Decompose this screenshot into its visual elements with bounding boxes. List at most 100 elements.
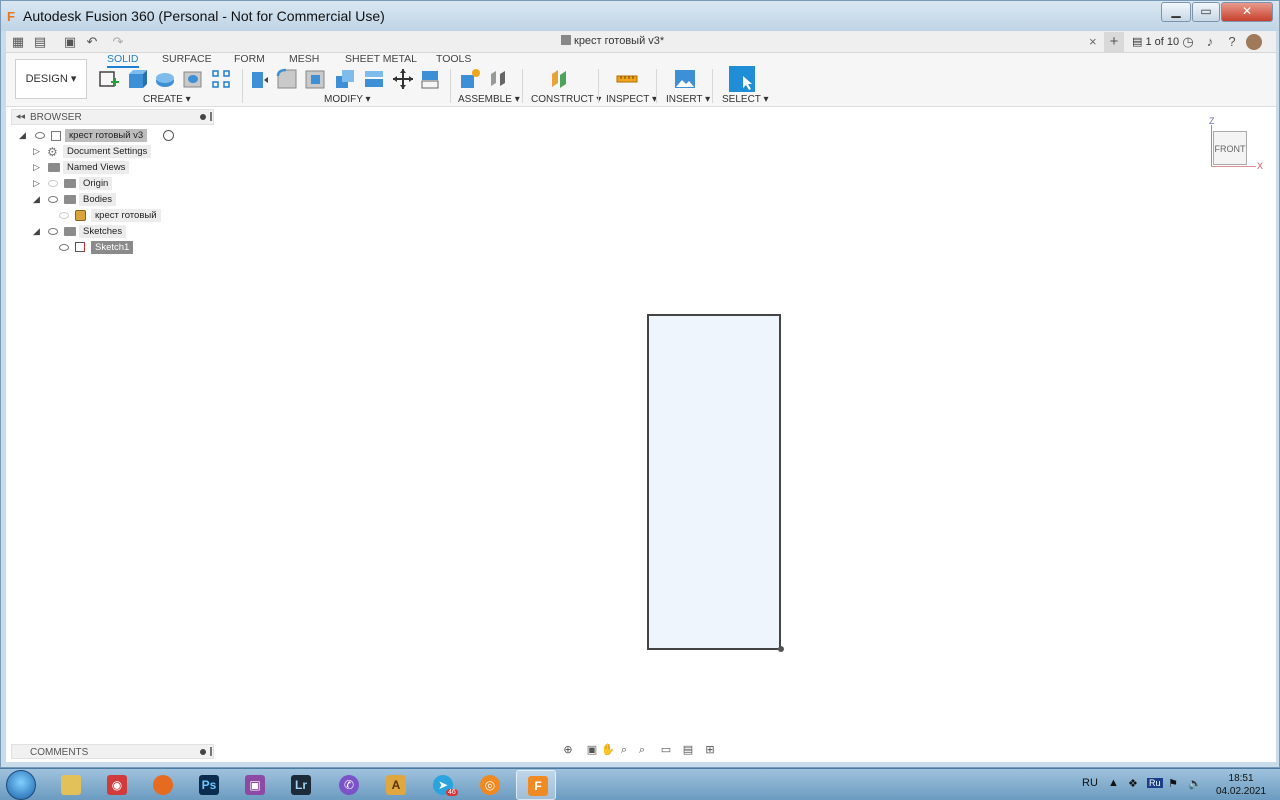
- tab-form[interactable]: FORM: [234, 53, 265, 65]
- file-menu-icon[interactable]: ▤: [32, 34, 48, 50]
- page-counter[interactable]: ▤ 1 of 10: [1132, 35, 1179, 48]
- comments-panel-header[interactable]: COMMENTS: [11, 744, 214, 759]
- activate-radio-icon[interactable]: [163, 130, 174, 141]
- minimize-button[interactable]: ▁: [1161, 2, 1191, 22]
- revolve-icon[interactable]: [154, 68, 176, 90]
- tree-item-sketch1[interactable]: Sketch1: [59, 241, 199, 255]
- sketch-point[interactable]: [778, 646, 784, 652]
- redo-icon[interactable]: ↷: [110, 34, 126, 50]
- insert-menu[interactable]: INSERT ▾: [666, 94, 710, 105]
- select-menu[interactable]: SELECT ▾: [722, 94, 769, 105]
- taskbar-font-app[interactable]: A: [375, 770, 415, 800]
- modify-menu[interactable]: MODIFY ▾: [324, 94, 371, 105]
- save-icon[interactable]: ▣: [62, 34, 78, 50]
- comments-resize-handle[interactable]: [210, 747, 212, 756]
- undo-icon[interactable]: ↶: [84, 34, 100, 50]
- fit-icon[interactable]: ⌕: [635, 744, 649, 757]
- keyboard-layout-indicator[interactable]: Ru: [1147, 778, 1163, 788]
- tree-item-origin[interactable]: ▷ Origin: [33, 177, 183, 191]
- pan-hand-icon[interactable]: ✋: [601, 744, 615, 757]
- taskbar-fusion360[interactable]: F: [516, 770, 556, 800]
- taskbar-firefox[interactable]: [142, 770, 182, 800]
- tree-item-bodies[interactable]: ◢ Bodies: [33, 193, 183, 207]
- help-icon[interactable]: ?: [1224, 34, 1240, 50]
- volume-icon[interactable]: 🔈: [1188, 777, 1202, 790]
- grid-snaps-icon[interactable]: ▤: [681, 744, 695, 757]
- tab-sheet-metal[interactable]: SHEET METAL: [345, 53, 417, 65]
- user-avatar[interactable]: [1246, 34, 1262, 50]
- data-panel-grid-icon[interactable]: ▦: [10, 34, 26, 50]
- dropbox-icon[interactable]: ❖: [1128, 777, 1138, 790]
- viewports-icon[interactable]: ⊞: [703, 744, 717, 757]
- tab-close-button[interactable]: ×: [1089, 34, 1097, 49]
- create-sketch-icon[interactable]: [98, 68, 120, 90]
- align-icon[interactable]: [419, 68, 441, 90]
- display-settings-icon[interactable]: ▭: [659, 744, 673, 757]
- taskbar-save-app[interactable]: ▣: [234, 770, 274, 800]
- browser-pin-icon[interactable]: [200, 114, 206, 120]
- zoom-icon[interactable]: ⌕: [617, 744, 631, 757]
- assemble-menu[interactable]: ASSEMBLE ▾: [458, 94, 520, 105]
- construct-menu[interactable]: CONSTRUCT ▾: [531, 94, 601, 105]
- offset-plane-icon[interactable]: [549, 68, 571, 90]
- collapse-triangle-icon[interactable]: ◢: [33, 194, 40, 205]
- system-clock[interactable]: 18:51 04.02.2021: [1216, 772, 1266, 798]
- look-at-icon[interactable]: ▣: [585, 744, 599, 757]
- viewport-canvas[interactable]: ◂◂ BROWSER ◢ крест готовый v3 ▷ ⚙ Docume…: [6, 107, 1276, 762]
- extrude-icon[interactable]: [126, 68, 148, 90]
- browser-panel-header[interactable]: ◂◂ BROWSER: [11, 109, 214, 125]
- visibility-eye-icon[interactable]: [48, 228, 58, 235]
- tab-tools[interactable]: TOOLS: [436, 53, 471, 65]
- sketch-rectangle-profile[interactable]: [647, 314, 781, 650]
- language-indicator[interactable]: RU: [1082, 777, 1098, 789]
- document-tab[interactable]: крест готовый v3*: [561, 35, 664, 47]
- visibility-eye-icon[interactable]: [48, 196, 58, 203]
- insert-image-icon[interactable]: [674, 68, 696, 90]
- new-tab-button[interactable]: +: [1104, 32, 1124, 52]
- split-face-icon[interactable]: [363, 68, 385, 90]
- taskbar-photoshop[interactable]: Ps: [188, 770, 228, 800]
- viewcube-front-face[interactable]: FRONT: [1213, 131, 1247, 165]
- job-status-icon[interactable]: ◷: [1180, 34, 1196, 50]
- action-center-flag-icon[interactable]: ⚑: [1168, 777, 1178, 790]
- tab-solid[interactable]: SOLID: [107, 53, 139, 68]
- tree-item-sketches[interactable]: ◢ Sketches: [33, 225, 183, 239]
- tree-item-body[interactable]: крест готовый: [59, 209, 199, 223]
- taskbar-lightroom[interactable]: Lr: [280, 770, 320, 800]
- visibility-eye-icon[interactable]: [35, 132, 45, 139]
- tree-item-document-settings[interactable]: ▷ ⚙ Document Settings: [33, 145, 183, 159]
- new-component-icon[interactable]: [459, 68, 481, 90]
- taskbar-screenshot-app[interactable]: ◉: [96, 770, 136, 800]
- orbit-icon[interactable]: ⊕: [561, 744, 575, 757]
- inspect-menu[interactable]: INSPECT ▾: [606, 94, 657, 105]
- tree-item-named-views[interactable]: ▷ Named Views: [33, 161, 183, 175]
- move-icon[interactable]: [392, 68, 414, 90]
- measure-icon[interactable]: [616, 68, 638, 90]
- notifications-bell-icon[interactable]: ♪: [1202, 34, 1218, 50]
- tab-surface[interactable]: SURFACE: [162, 53, 212, 65]
- pattern-icon[interactable]: [210, 68, 232, 90]
- visibility-eye-icon[interactable]: [59, 212, 69, 219]
- hole-icon[interactable]: [182, 68, 204, 90]
- start-button[interactable]: [6, 770, 36, 800]
- joint-icon[interactable]: [487, 68, 509, 90]
- expand-triangle-icon[interactable]: ▷: [33, 146, 40, 157]
- tab-mesh[interactable]: MESH: [289, 53, 319, 65]
- combine-icon[interactable]: [334, 68, 356, 90]
- press-pull-icon[interactable]: [248, 68, 270, 90]
- browser-resize-handle[interactable]: [210, 112, 212, 121]
- tray-expand-icon[interactable]: ▲: [1108, 777, 1119, 789]
- comments-pin-icon[interactable]: [200, 749, 206, 755]
- expand-triangle-icon[interactable]: ▷: [33, 178, 40, 189]
- create-menu[interactable]: CREATE ▾: [143, 94, 191, 105]
- close-button[interactable]: ✕: [1221, 2, 1273, 22]
- collapse-browser-icon[interactable]: ◂◂: [16, 111, 25, 122]
- taskbar-blender[interactable]: ◎: [469, 770, 509, 800]
- fillet-icon[interactable]: [276, 68, 298, 90]
- expand-triangle-icon[interactable]: ▷: [33, 162, 40, 173]
- visibility-eye-icon[interactable]: [48, 180, 58, 187]
- shell-icon[interactable]: [304, 68, 326, 90]
- visibility-eye-icon[interactable]: [59, 244, 69, 251]
- taskbar-explorer[interactable]: [50, 770, 90, 800]
- workspace-switcher[interactable]: DESIGN ▾: [15, 59, 87, 99]
